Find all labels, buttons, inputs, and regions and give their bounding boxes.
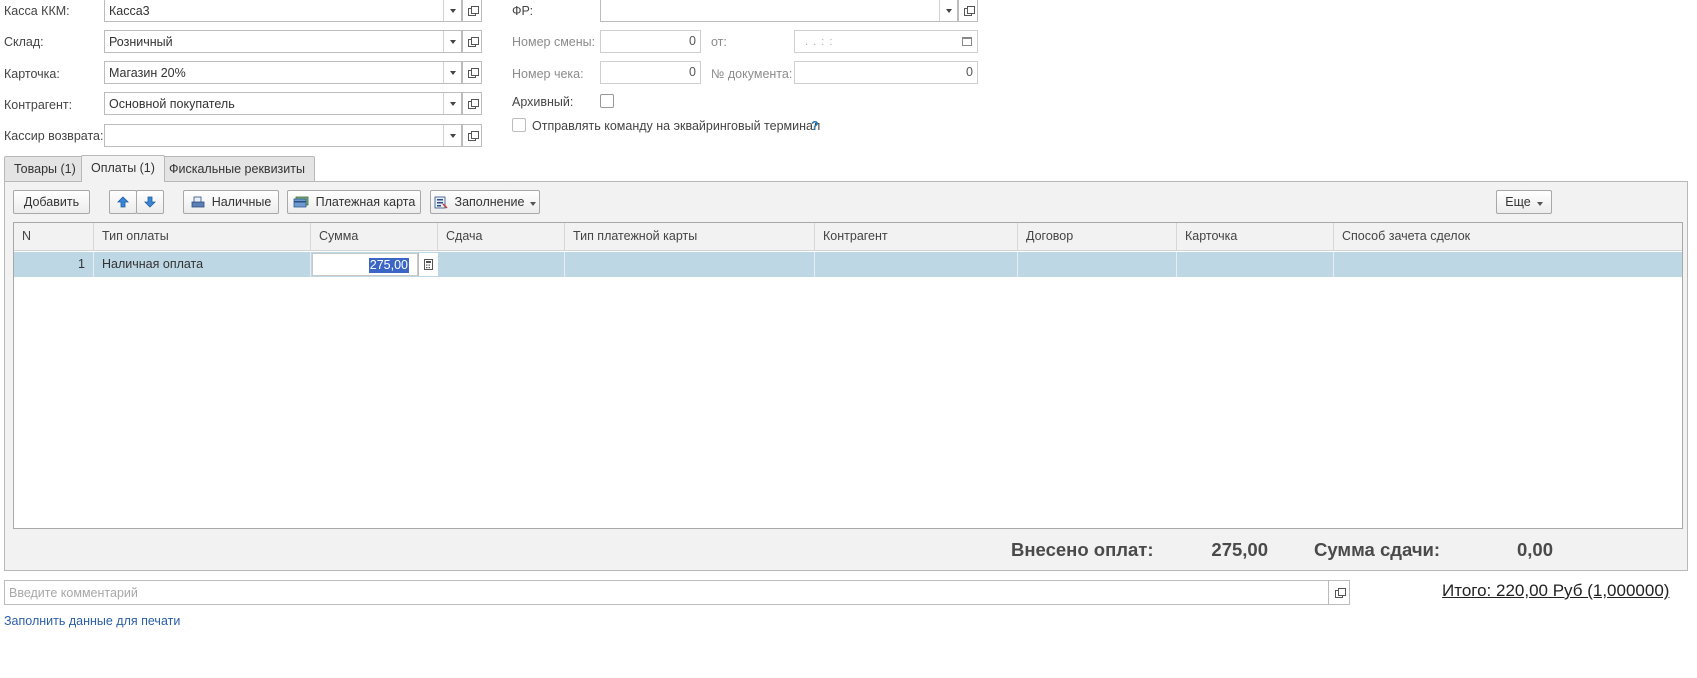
fill-label: Заполнение [454, 195, 525, 209]
acquiring-checkbox[interactable] [512, 118, 526, 132]
move-up-button[interactable] [109, 190, 137, 214]
column-header[interactable]: Тип оплаты [94, 223, 311, 251]
nomer-doc-field[interactable]: 0 [794, 61, 978, 84]
date-field[interactable]: . . : : [794, 30, 978, 53]
tab-fiscal[interactable]: Фискальные реквизиты [159, 156, 315, 182]
kartochka-field[interactable]: Магазин 20% [104, 61, 462, 84]
payments-table[interactable]: N Тип оплаты Сумма Сдача Тип платежной к… [13, 222, 1683, 529]
arhivny-checkbox[interactable] [600, 94, 614, 108]
cell-type: Наличная оплата [94, 252, 311, 277]
cash-button[interactable]: Наличные [183, 190, 279, 214]
cell-kontragent [815, 252, 1018, 277]
kontragent-label: Контрагент: [4, 98, 73, 112]
cell-card-type [565, 252, 815, 277]
ot-label: от: [711, 35, 727, 49]
fr-field[interactable] [600, 0, 958, 22]
column-header[interactable]: Договор [1018, 223, 1177, 251]
kontragent-field[interactable]: Основной покупатель [104, 92, 462, 115]
fill-icon [434, 196, 448, 209]
nomer-smeny-label: Номер смены: [512, 35, 596, 49]
dropdown-icon[interactable] [443, 62, 461, 83]
cell-change [438, 252, 565, 277]
kassir-field[interactable] [104, 124, 462, 147]
arrow-up-icon [117, 196, 129, 208]
dropdown-icon[interactable] [443, 0, 461, 21]
nomer-smeny-field[interactable]: 0 [600, 30, 701, 53]
open-icon[interactable] [1328, 581, 1349, 604]
date-value: . . : : [805, 35, 834, 48]
nomer-doc-label: № документа: [711, 67, 793, 81]
kartochka-label: Карточка: [4, 67, 60, 81]
column-header[interactable]: Тип платежной карты [565, 223, 815, 251]
sklad-label: Склад: [4, 35, 44, 49]
chevron-down-icon [1536, 195, 1543, 209]
open-icon[interactable] [462, 30, 482, 53]
kassa-label: Касса ККМ: [4, 4, 70, 18]
arhivny-label: Архивный: [512, 95, 574, 109]
calendar-icon[interactable] [957, 31, 977, 52]
change-label: Сумма сдачи: [1314, 539, 1441, 560]
card-button[interactable]: Платежная карта [287, 190, 421, 214]
kassa-field[interactable]: Касса3 [104, 0, 462, 22]
add-label: Добавить [23, 195, 80, 209]
tab-oplaty[interactable]: Оплаты (1) [81, 155, 165, 182]
column-header[interactable]: N [14, 223, 94, 251]
comment-placeholder: Введите комментарий [9, 585, 138, 600]
cell-kartochka [1177, 252, 1334, 277]
tab-tovary[interactable]: Товары (1) [4, 156, 86, 182]
fill-button[interactable]: Заполнение [430, 190, 540, 214]
cell-sposob [1334, 252, 1682, 277]
credit-card-icon [293, 196, 309, 208]
itogo-link[interactable]: Итого: 220,00 Руб (1,000000) [1442, 581, 1669, 601]
dropdown-icon[interactable] [443, 93, 461, 114]
open-icon[interactable] [462, 92, 482, 115]
column-header[interactable]: Карточка [1177, 223, 1334, 251]
cell-n: 1 [14, 252, 94, 277]
table-header: N Тип оплаты Сумма Сдача Тип платежной к… [14, 223, 1682, 251]
table-row[interactable]: 1 Наличная оплата 275,00 [14, 252, 1682, 277]
nomer-cheka-label: Номер чека: [512, 67, 584, 81]
open-icon[interactable] [462, 0, 482, 22]
kontragent-value: Основной покупатель [109, 96, 235, 111]
print-data-link[interactable]: Заполнить данные для печати [4, 614, 180, 628]
open-icon[interactable] [462, 124, 482, 147]
arrow-down-icon [144, 196, 156, 208]
add-button[interactable]: Добавить [13, 190, 90, 214]
kartochka-value: Магазин 20% [109, 65, 186, 80]
cell-dogovor [1018, 252, 1177, 277]
help-icon[interactable]: ? [811, 119, 819, 133]
column-header[interactable]: Способ зачета сделок [1334, 223, 1682, 251]
change-value: 0,00 [1516, 539, 1553, 560]
dropdown-icon[interactable] [939, 0, 957, 21]
card-label: Платежная карта [315, 195, 416, 209]
open-icon[interactable] [462, 61, 482, 84]
dropdown-icon[interactable] [443, 31, 461, 52]
calculator-icon[interactable] [418, 253, 438, 276]
paid-label: Внесено оплат: [1011, 539, 1154, 560]
comment-field[interactable]: Введите комментарий [4, 580, 1350, 605]
dropdown-icon[interactable] [443, 125, 461, 146]
sklad-field[interactable]: Розничный [104, 30, 462, 53]
move-down-button[interactable] [136, 190, 164, 214]
sum-value: 275,00 [368, 258, 409, 273]
fr-label: ФР: [512, 4, 534, 18]
sklad-value: Розничный [109, 34, 173, 49]
paid-value: 275,00 [1211, 539, 1268, 560]
cash-label: Наличные [211, 195, 272, 209]
sum-input[interactable]: 275,00 [312, 253, 418, 276]
column-header[interactable]: Контрагент [815, 223, 1018, 251]
acquiring-label: Отправлять команду на эквайринговый терм… [532, 119, 821, 133]
cash-register-icon [191, 196, 205, 208]
more-label: Еще [1505, 195, 1531, 209]
open-icon[interactable] [958, 0, 978, 22]
column-header[interactable]: Сумма [311, 223, 438, 251]
kassir-label: Кассир возврата: [4, 129, 104, 143]
kassa-value: Касса3 [109, 3, 150, 18]
chevron-down-icon [530, 195, 537, 209]
more-button[interactable]: Еще [1496, 190, 1552, 214]
nomer-cheka-field[interactable]: 0 [600, 61, 701, 84]
column-header[interactable]: Сдача [438, 223, 565, 251]
